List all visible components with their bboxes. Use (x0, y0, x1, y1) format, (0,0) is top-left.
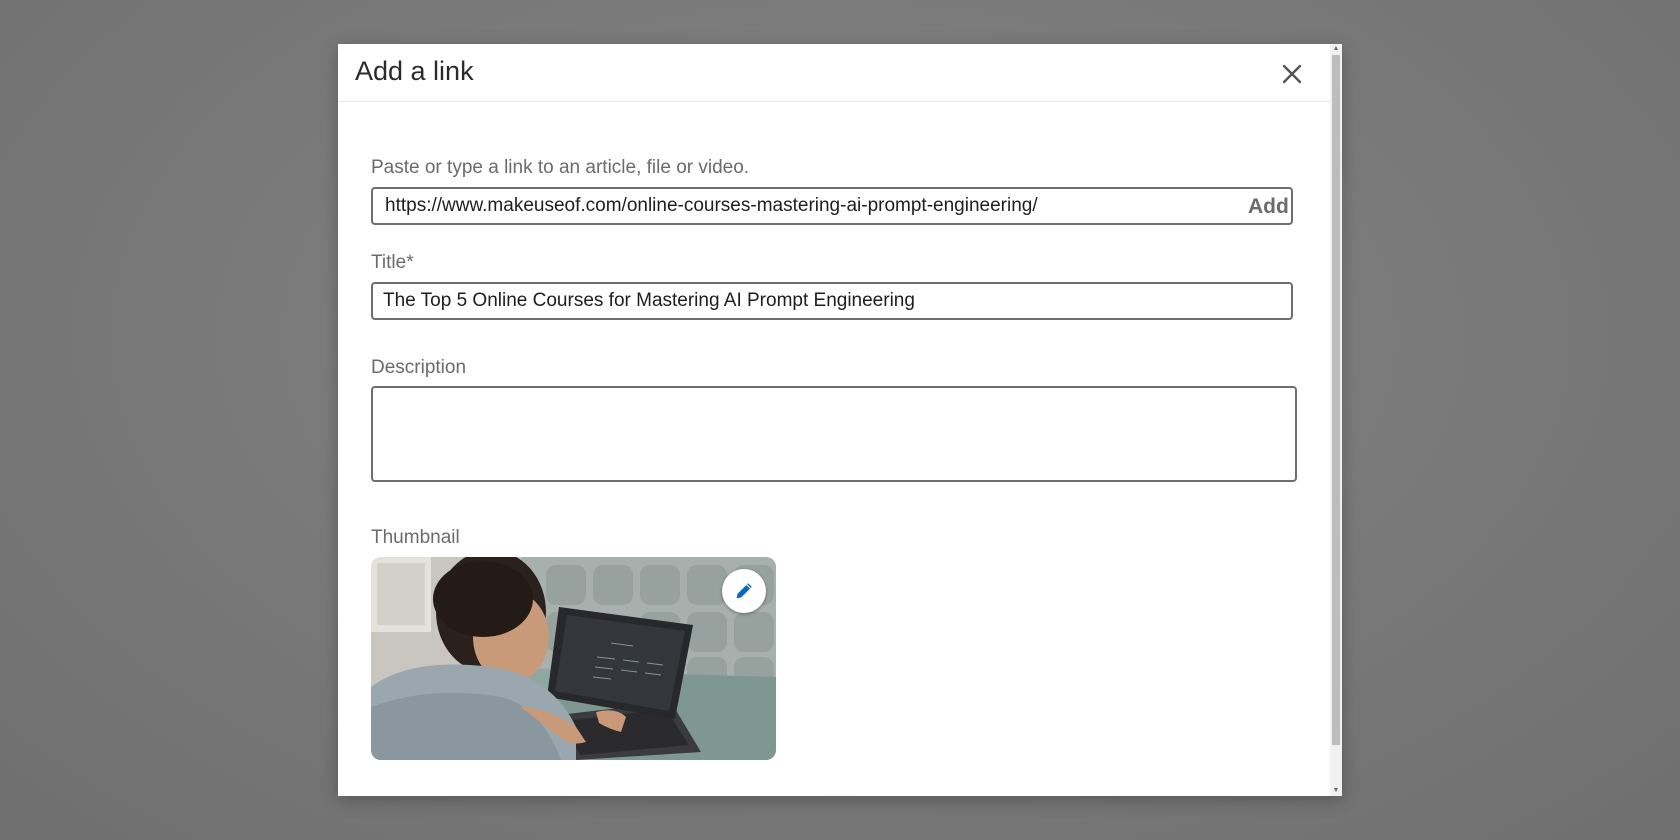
dialog-scrollbar[interactable]: ▲ ▼ (1330, 44, 1342, 796)
edit-thumbnail-button[interactable] (722, 569, 766, 613)
close-icon (1282, 64, 1302, 84)
scrollbar-thumb[interactable] (1332, 55, 1340, 745)
add-link-dialog: Add a link Paste or type a link to an ar… (338, 44, 1342, 796)
close-button[interactable] (1276, 58, 1308, 90)
scroll-up-arrow-icon[interactable]: ▲ (1330, 44, 1342, 54)
link-field-label: Paste or type a link to an article, file… (371, 157, 750, 178)
scroll-down-arrow-icon[interactable]: ▼ (1330, 786, 1342, 796)
add-link-button[interactable]: Add (1242, 192, 1295, 222)
description-field-label: Description (371, 357, 467, 378)
thumbnail-image (371, 557, 776, 760)
dialog-header: Add a link (338, 44, 1330, 102)
title-input[interactable] (371, 282, 1293, 320)
pencil-icon (736, 583, 752, 599)
description-textarea[interactable] (371, 386, 1297, 482)
dialog-title: Add a link (355, 56, 474, 86)
thumbnail-label: Thumbnail (371, 527, 460, 548)
title-field-label: Title* (371, 252, 414, 273)
link-url-input[interactable] (371, 187, 1293, 225)
